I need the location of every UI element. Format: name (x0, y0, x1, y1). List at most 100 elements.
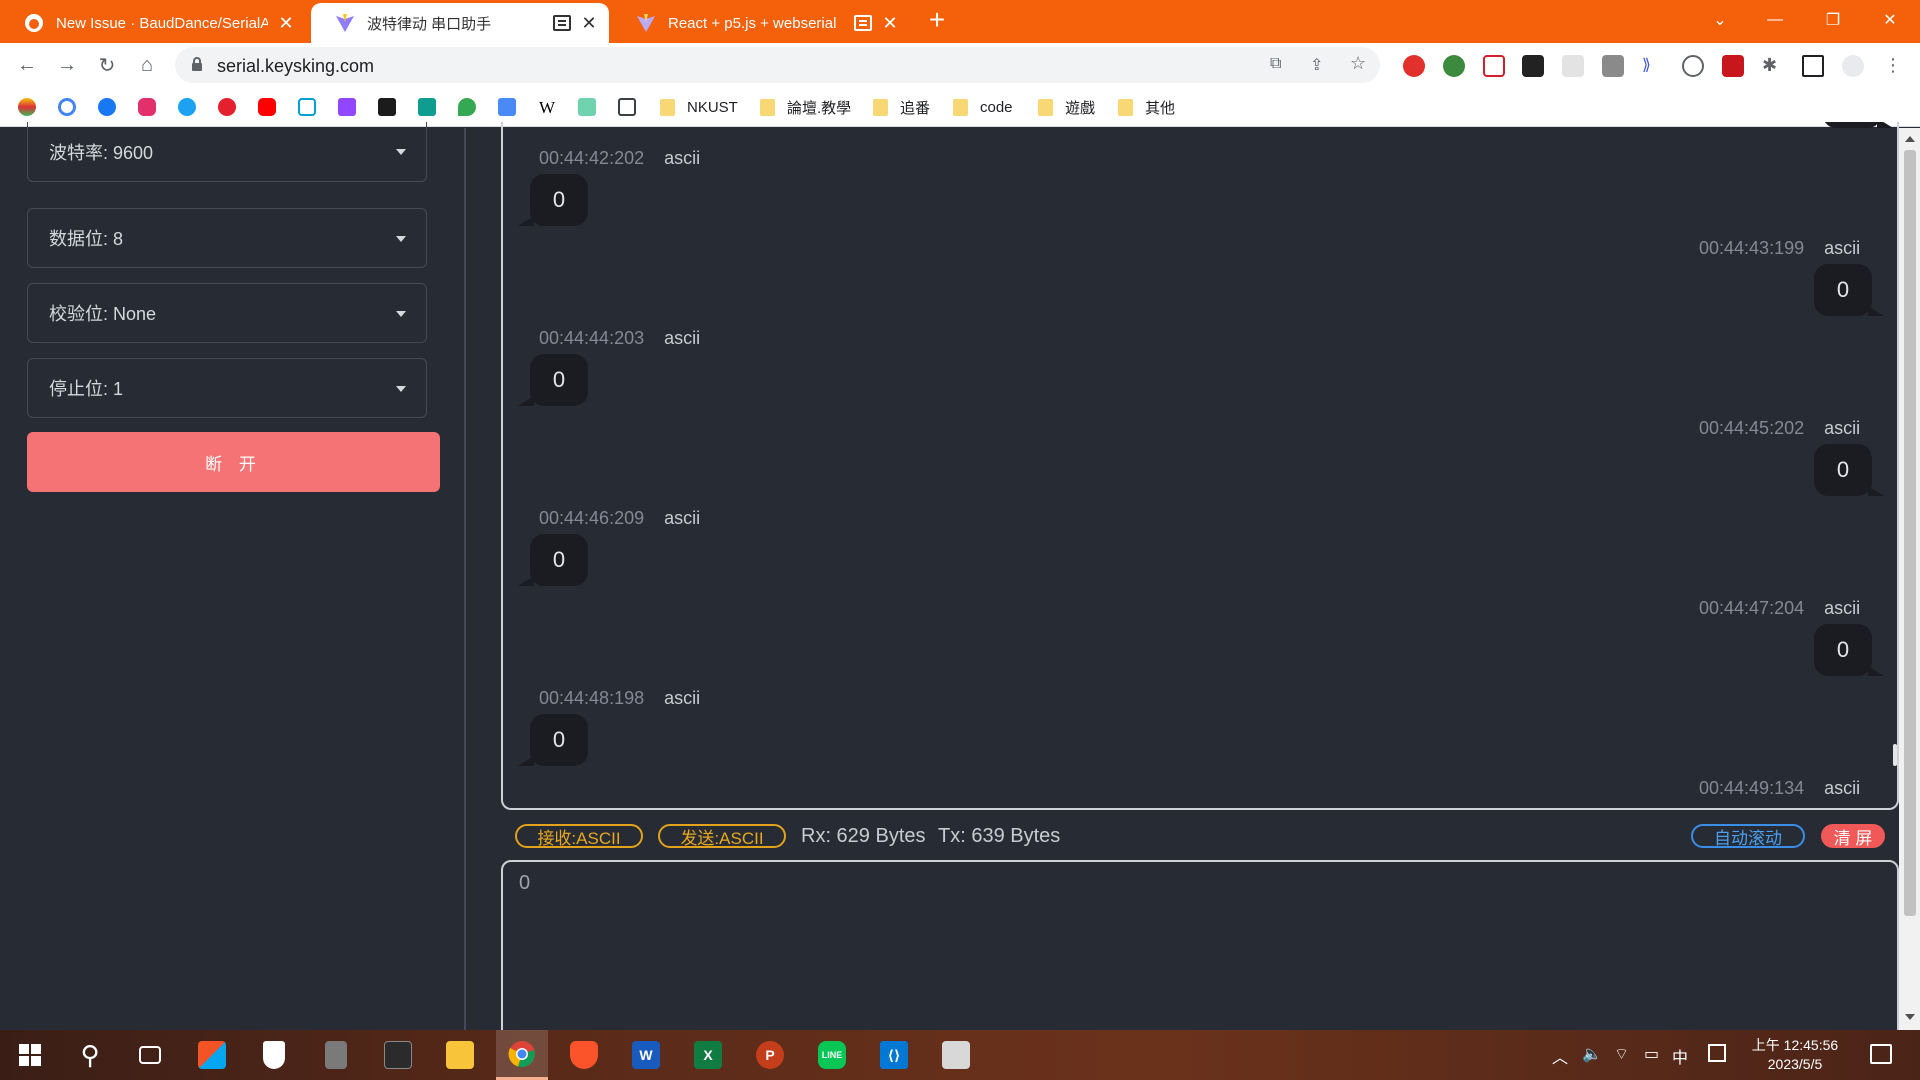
stop-bits-select[interactable]: 停止位: 1 (27, 358, 427, 418)
message-format: ascii (1824, 778, 1861, 798)
menu-kebab-icon[interactable]: ⋮ (1882, 55, 1904, 77)
ime-indicator[interactable]: 中 (1672, 1044, 1688, 1068)
acrobat-icon[interactable] (1722, 55, 1744, 77)
tv-bookmark-icon[interactable] (378, 98, 396, 116)
printer-icon[interactable] (930, 1030, 982, 1080)
close-window-button[interactable]: ✕ (1866, 0, 1914, 40)
bookmark-folder-other[interactable]: 其他 (1118, 97, 1175, 117)
restore-button[interactable]: ❐ (1809, 0, 1857, 40)
wifi-icon[interactable]: ⌔ (1614, 1044, 1629, 1064)
chatgpt-icon[interactable] (578, 98, 596, 116)
auto-scroll-toggle[interactable]: 自动滚动 (1691, 824, 1805, 848)
new-tab-button[interactable]: + (922, 5, 952, 35)
extension-p-icon[interactable] (1483, 55, 1505, 77)
clear-screen-button[interactable]: 清 屏 (1821, 824, 1885, 848)
bookmark-folder-anime[interactable]: 追番 (873, 97, 930, 117)
disconnect-button[interactable]: 断 开 (27, 432, 440, 492)
instagram-icon[interactable] (138, 98, 156, 116)
brave-icon[interactable] (558, 1030, 610, 1080)
tx-mode-button[interactable]: 发送:ASCII (658, 824, 786, 848)
translate-bookmark-icon[interactable] (498, 98, 516, 116)
send-input[interactable]: 0 (501, 860, 1899, 1050)
translate-icon[interactable]: ⧉ (1270, 55, 1281, 73)
extension-pdf-p-icon[interactable] (1602, 55, 1624, 77)
file-explorer-icon[interactable] (434, 1030, 486, 1080)
scroll-down-icon[interactable] (1905, 1014, 1915, 1020)
bookmark-folder-forum[interactable]: 論壇.教學 (760, 97, 851, 117)
mega-icon[interactable] (218, 98, 236, 116)
adblock-icon[interactable] (1403, 55, 1425, 77)
battery-icon[interactable]: ▭ (1644, 1044, 1659, 1064)
excel-icon[interactable]: X (682, 1030, 734, 1080)
store-icon[interactable] (186, 1030, 238, 1080)
google-icon[interactable] (58, 98, 76, 116)
extensions-puzzle-icon[interactable]: ✱ (1762, 55, 1784, 77)
ime-mode-icon[interactable] (1708, 1044, 1726, 1062)
bird-bookmark-icon[interactable] (418, 98, 436, 116)
facebook-icon[interactable] (98, 98, 116, 116)
minimize-button[interactable]: — (1751, 0, 1799, 40)
address-bar[interactable]: serial.keysking.com ⧉ ⇪ ☆ (175, 47, 1380, 83)
notifications-icon[interactable] (1870, 1044, 1892, 1064)
tray-overflow-icon[interactable]: ︿ (1552, 1044, 1568, 1068)
line-icon[interactable]: LINE (806, 1030, 858, 1080)
parity-select[interactable]: 校验位: None (27, 283, 427, 343)
tab-react-p5[interactable]: React + p5.js + webserial ✕ (612, 3, 910, 43)
word-icon[interactable]: W (620, 1030, 672, 1080)
tab-media-icon[interactable] (553, 15, 571, 31)
twitter-icon[interactable] (178, 98, 196, 116)
wikipedia-icon[interactable]: W (538, 98, 556, 117)
back-icon[interactable]: ← (12, 50, 42, 80)
reload-icon[interactable]: ↻ (92, 50, 122, 80)
tab-github-issue[interactable]: New Issue · BaudDance/SerialA ✕ (0, 3, 306, 43)
bookmark-folder-games[interactable]: 遊戲 (1038, 97, 1095, 117)
profile-avatar[interactable] (1842, 55, 1864, 77)
maps-icon[interactable] (458, 98, 476, 116)
extension-glasses-icon[interactable] (1522, 55, 1544, 77)
message-log[interactable]: 00:44:42:202 ascii 0 00:44:43:199 ascii 0 … (501, 122, 1899, 810)
extension-circle-icon[interactable] (1682, 55, 1704, 77)
share-icon[interactable]: ⇪ (1310, 55, 1323, 75)
tab-search-icon[interactable]: ⌄ (1696, 0, 1744, 40)
system-clock[interactable]: 上午 12:45:56 2023/5/5 (1740, 1036, 1850, 1074)
vscode-icon[interactable]: ⟨⟩ (868, 1030, 920, 1080)
rx-mode-button[interactable]: 接收:ASCII (515, 824, 643, 848)
baud-rate-select[interactable]: 波特率: 9600 (27, 122, 427, 182)
bookmark-folder-code[interactable]: code (953, 97, 1013, 117)
powerpoint-icon[interactable]: P (744, 1030, 796, 1080)
bilibili-icon[interactable] (298, 98, 316, 116)
tab-media-icon[interactable] (854, 15, 872, 31)
lock-icon (191, 57, 203, 72)
task-view-icon[interactable] (124, 1030, 176, 1080)
document-bookmark-icon[interactable] (618, 98, 636, 116)
data-bits-select[interactable]: 数据位: 8 (27, 208, 427, 268)
forward-icon[interactable]: → (52, 50, 82, 80)
scroll-up-icon[interactable] (1905, 136, 1915, 142)
calculator-icon[interactable] (310, 1030, 362, 1080)
scroll-thumb[interactable] (1904, 150, 1916, 916)
message-bubble (1823, 122, 1893, 128)
side-panel-icon[interactable] (1802, 55, 1824, 77)
extension-grey-icon[interactable] (1562, 55, 1584, 77)
rainbow-bookmark-icon[interactable] (18, 98, 36, 116)
search-icon[interactable]: ⚲ (64, 1030, 116, 1080)
volume-icon[interactable]: 🔈 (1582, 1044, 1602, 1064)
log-scroll-thumb[interactable] (1893, 744, 1897, 766)
youtube-icon[interactable] (258, 98, 276, 116)
security-shield-icon[interactable] (248, 1030, 300, 1080)
chrome-icon[interactable] (496, 1030, 548, 1080)
home-icon[interactable]: ⌂ (132, 50, 162, 80)
close-tab-icon[interactable]: ✕ (276, 13, 296, 34)
browser-toolbar: ← → ↻ ⌂ serial.keysking.com ⧉ ⇪ ☆ ⟫ ✱ ⋮ (0, 43, 1920, 87)
start-button[interactable] (4, 1030, 56, 1080)
read-aloud-icon[interactable]: ⟫ (1642, 55, 1664, 77)
close-tab-icon[interactable]: ✕ (579, 13, 599, 34)
extension-globe-icon[interactable] (1443, 55, 1465, 77)
close-tab-icon[interactable]: ✕ (880, 13, 900, 34)
bookmark-folder-nkust[interactable]: NKUST (660, 97, 738, 117)
page-scrollbar[interactable] (1899, 128, 1920, 1030)
terminal-icon[interactable] (372, 1030, 424, 1080)
twitch-icon[interactable] (338, 98, 356, 116)
tab-serial-assistant[interactable]: 波特律动 串口助手 ✕ (311, 3, 609, 43)
bookmark-star-icon[interactable]: ☆ (1350, 53, 1366, 74)
